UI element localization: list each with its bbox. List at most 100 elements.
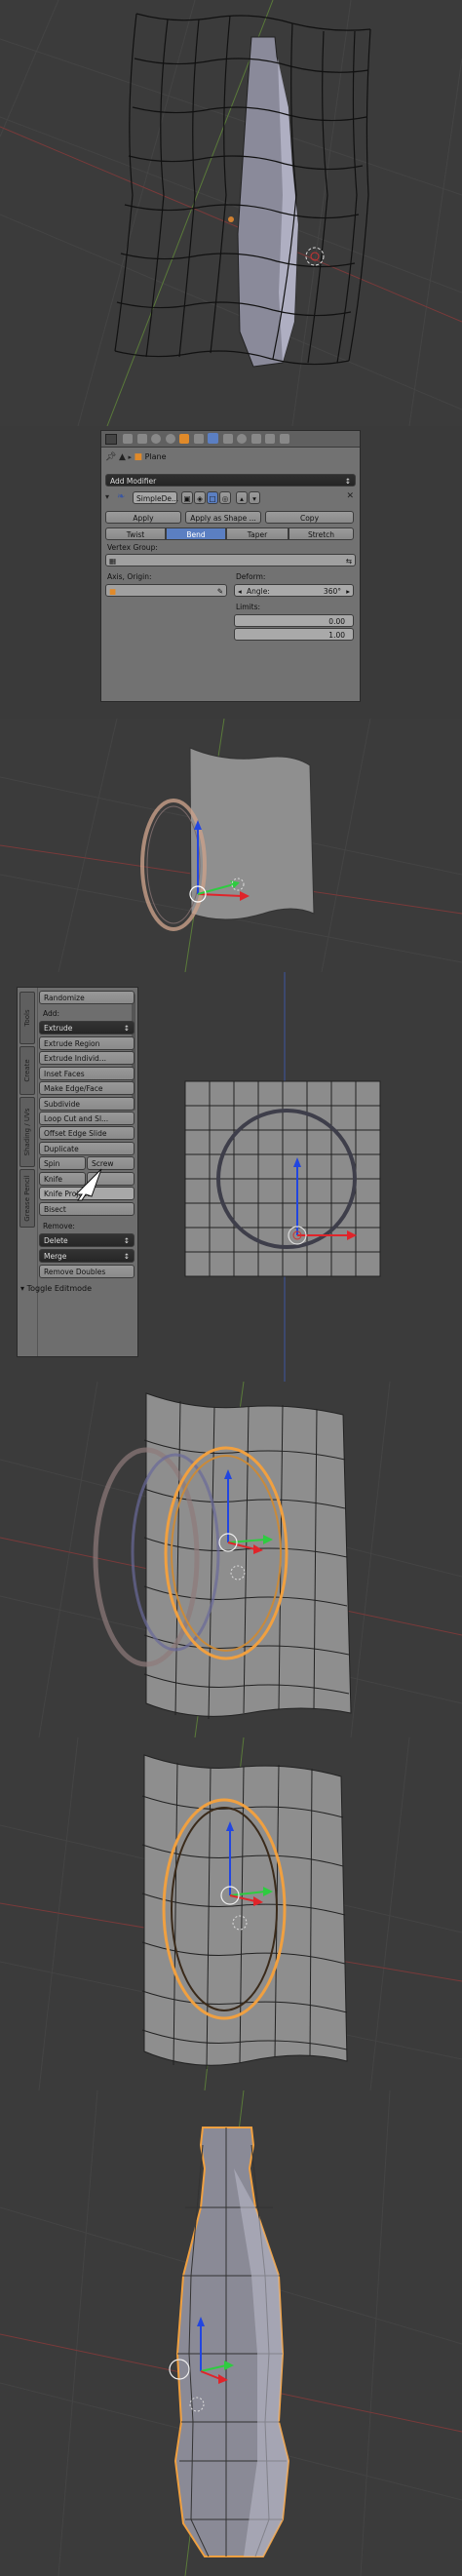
eyedropper-icon[interactable]: ✎ (217, 585, 223, 598)
context-tabs (123, 433, 291, 446)
vertex-group-icon: ▦ (109, 557, 117, 566)
render-toggle-icon[interactable]: ◎ (219, 491, 231, 504)
extrude-individual-label: Extrude Individ... (44, 1054, 106, 1063)
decrement-icon[interactable]: ◂ (238, 585, 242, 598)
apply-as-shape-button[interactable]: Apply as Shape ... (185, 511, 261, 524)
loop-cut-button[interactable]: Loop Cut and Sl... (39, 1112, 135, 1125)
extrude-region-label: Extrude Region (44, 1039, 100, 1048)
viewport-knife-project-b[interactable] (0, 1737, 462, 2090)
axis-origin-field[interactable]: ■ ✎ (105, 584, 227, 597)
extrude-region-button[interactable]: Extrude Region (39, 1036, 135, 1050)
increment-icon[interactable]: ▸ (346, 585, 350, 598)
tab-stretch[interactable]: Stretch (289, 527, 354, 540)
chevron-right-icon: ▸ (128, 453, 132, 461)
tab-bend[interactable]: Bend (166, 527, 226, 540)
editmode-toggle-icon[interactable]: ◈ (194, 491, 206, 504)
tab-twist[interactable]: Twist (105, 527, 166, 540)
tab-grease-pencil[interactable]: Grease Pencil (19, 1169, 35, 1228)
delete-menu[interactable]: Delete ↕ (39, 1233, 135, 1247)
viewport-circle-origin-canvas (0, 719, 462, 972)
make-edge-face-button[interactable]: Make Edge/Face (39, 1081, 135, 1095)
limit-min-field[interactable]: 0.00 (234, 614, 354, 627)
angle-field[interactable]: ◂ Angle: 360° ▸ (234, 584, 354, 597)
tab-bend-label: Bend (186, 530, 206, 539)
viewport-final-bottle-canvas (0, 2090, 462, 2576)
pin-icon[interactable]: 📌︎ (105, 452, 116, 462)
angle-value: 360° (323, 587, 341, 596)
viewport-bend-preview[interactable] (0, 0, 462, 426)
scene-tab-icon[interactable] (151, 434, 162, 444)
tab-shading-uvs-label: Shading / UVs (23, 1108, 31, 1156)
viewport-knife-project-a[interactable] (0, 1382, 462, 1737)
editor-type-icon[interactable] (105, 434, 117, 445)
tab-taper[interactable]: Taper (226, 527, 289, 540)
object-name: Plane (144, 452, 167, 461)
mesh-icon: ▲ (118, 452, 126, 462)
texture-tab-icon[interactable] (250, 434, 261, 444)
viewport-circle-origin[interactable] (0, 719, 462, 972)
shelf-divider (37, 988, 38, 1356)
subdivide-button[interactable]: Subdivide (39, 1097, 135, 1111)
tab-twist-label: Twist (126, 530, 145, 539)
modifier-header: ▾ ❧ SimpleDe... ▣ ◈ □ ◎ ▴ ▾ ✕ (105, 491, 356, 505)
object-tab-icon[interactable] (179, 434, 190, 444)
limit-max-field[interactable]: 1.00 (234, 628, 354, 641)
tab-taper-label: Taper (247, 530, 268, 539)
object-icon: ■ (109, 587, 117, 596)
data-tab-icon[interactable] (222, 434, 233, 444)
toggle-editmode-header[interactable]: ▾ Toggle Editmode (20, 1284, 92, 1293)
bisect-button[interactable]: Bisect (39, 1202, 135, 1216)
move-down-icon[interactable]: ▾ (249, 491, 260, 504)
copy-button[interactable]: Copy (265, 511, 354, 524)
bisect-label: Bisect (44, 1205, 66, 1214)
tab-shading-uvs[interactable]: Shading / UVs (19, 1097, 35, 1167)
layers-tab-icon[interactable] (136, 434, 147, 444)
bent-plane (143, 1754, 348, 2066)
vertex-group-field[interactable]: ▦ ⇆ (105, 554, 356, 566)
remove-doubles-button[interactable]: Remove Doubles (39, 1265, 135, 1278)
viewport-final-bottle[interactable] (0, 2090, 462, 2576)
make-edge-face-label: Make Edge/Face (44, 1084, 103, 1093)
knife-label: Knife (44, 1175, 63, 1184)
offset-edge-slide-label: Offset Edge Slide (44, 1129, 107, 1138)
properties-header (101, 431, 360, 448)
offset-edge-slide-button[interactable]: Offset Edge Slide (39, 1126, 135, 1140)
copy-button-label: Copy (299, 514, 320, 523)
tab-create[interactable]: Create (19, 1046, 35, 1095)
inset-faces-button[interactable]: Inset Faces (39, 1067, 135, 1080)
render-tab-icon[interactable] (123, 434, 133, 444)
constraints-tab-icon[interactable] (193, 434, 204, 444)
dropdown-arrows-icon: ↕ (344, 477, 351, 486)
bent-plane (145, 1392, 352, 1717)
tab-create-label: Create (23, 1059, 31, 1082)
world-tab-icon[interactable] (165, 434, 175, 444)
move-up-icon[interactable]: ▴ (236, 491, 248, 504)
editmode-cage-icon[interactable]: ▣ (181, 491, 193, 504)
duplicate-button[interactable]: Duplicate (39, 1142, 135, 1155)
viewport-bend-preview-canvas (0, 0, 462, 426)
apply-button[interactable]: Apply (105, 511, 181, 524)
simple-deform-icon: ❧ (117, 491, 126, 502)
physics-tab-icon[interactable] (280, 434, 290, 444)
collapse-arrow-icon[interactable]: ▾ (105, 492, 109, 501)
toggle-editmode-label: Toggle Editmode (26, 1284, 93, 1293)
add-header: Add: (43, 1009, 60, 1018)
extrude-menu[interactable]: Extrude ↕ (39, 1021, 135, 1034)
object-icon: ■ (134, 452, 143, 462)
object-origin (228, 216, 234, 222)
dropdown-arrows-icon: ↕ (123, 1252, 130, 1261)
modifier-wrench-icon[interactable] (208, 433, 219, 444)
extrude-individual-button[interactable]: Extrude Individ... (39, 1051, 135, 1065)
tab-tools[interactable]: Tools (19, 992, 35, 1044)
close-icon[interactable]: ✕ (346, 491, 354, 501)
material-tab-icon[interactable] (237, 434, 248, 444)
particles-tab-icon[interactable] (265, 434, 276, 444)
invert-vertex-group-icon[interactable]: ⇆ (346, 555, 352, 567)
merge-menu[interactable]: Merge ↕ (39, 1249, 135, 1263)
randomize-button[interactable]: Randomize (39, 991, 135, 1004)
modifier-name-field[interactable]: SimpleDe... (133, 491, 178, 504)
add-modifier-dropdown[interactable]: Add Modifier ↕ (105, 474, 356, 487)
viewport-display-icon[interactable]: □ (207, 491, 218, 504)
vertex-group-label: Vertex Group: (107, 543, 158, 552)
merge-menu-label: Merge (44, 1252, 67, 1261)
